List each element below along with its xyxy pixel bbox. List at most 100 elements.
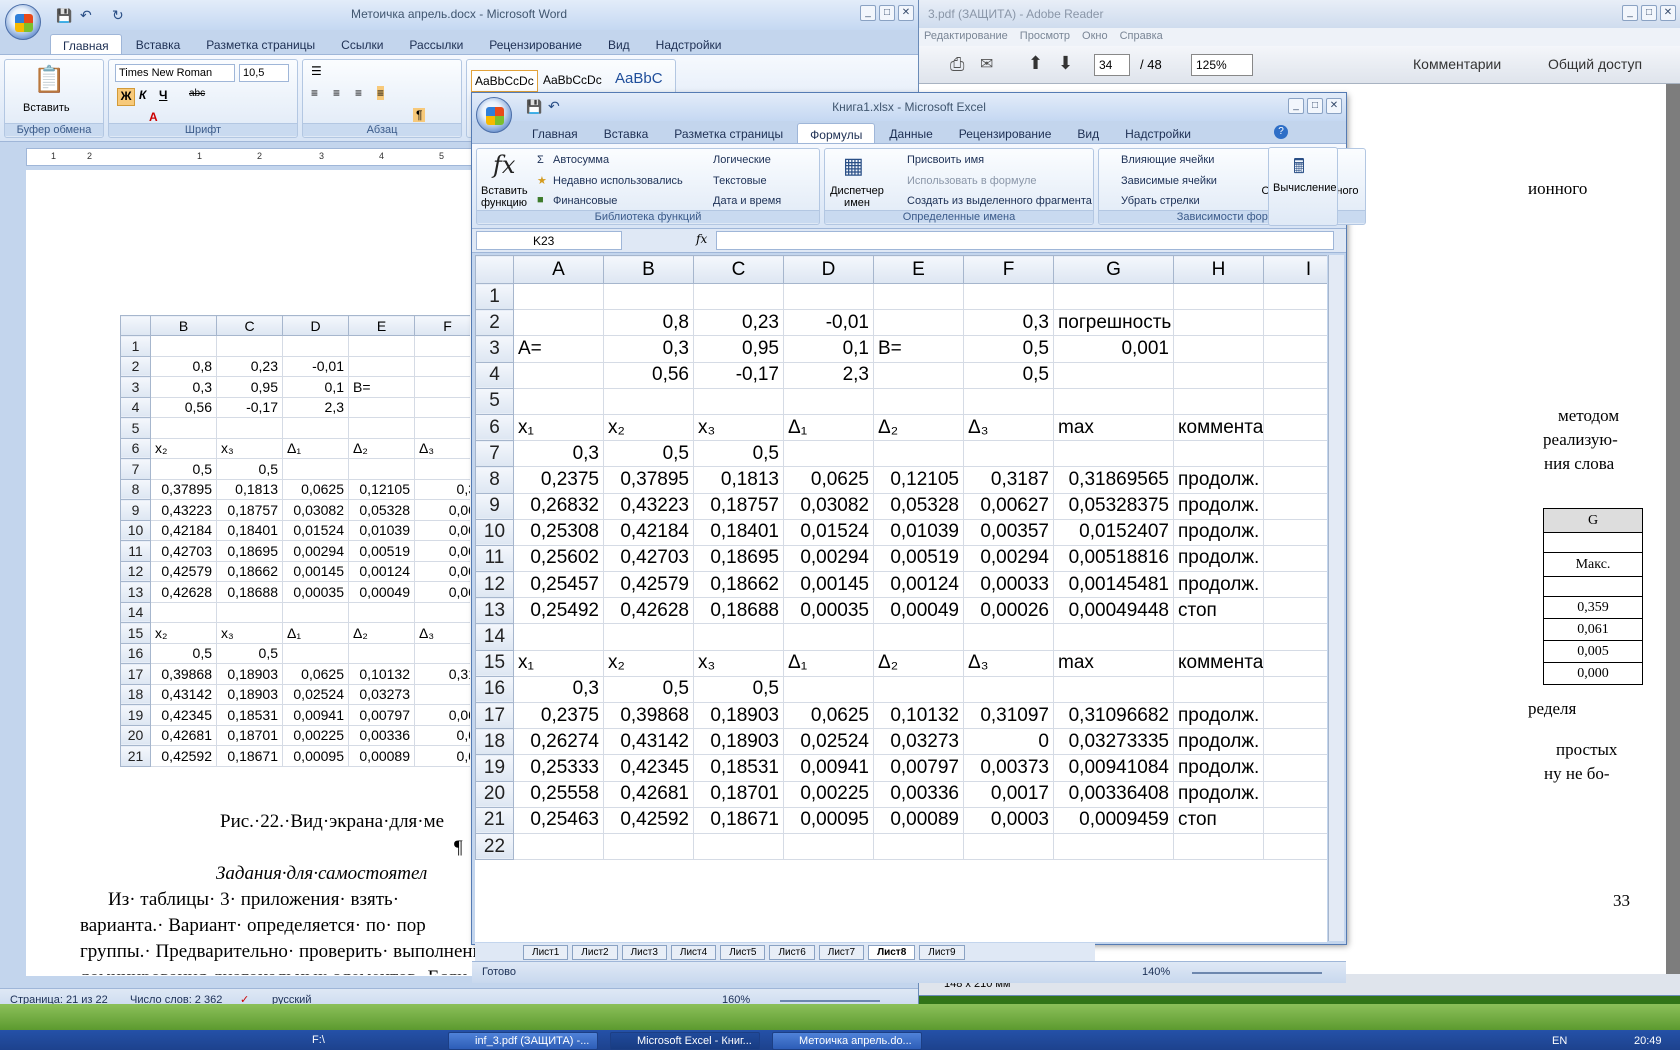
cell[interactable] (1263, 335, 1327, 363)
cell[interactable]: 0,01039 (873, 518, 964, 546)
cell[interactable]: 0,05328 (873, 492, 964, 520)
cell[interactable]: 0,00627 (963, 492, 1054, 520)
cell[interactable] (873, 832, 964, 861)
cell[interactable]: 0,5 (693, 675, 784, 704)
cell[interactable]: 0,0625 (783, 701, 874, 730)
paste-label[interactable]: Вставить (23, 102, 70, 114)
office-button[interactable] (5, 4, 41, 40)
cell[interactable]: 0,18757 (693, 492, 784, 520)
cell[interactable] (693, 282, 784, 311)
cell[interactable]: x₃ (693, 649, 784, 677)
cell[interactable] (603, 387, 694, 415)
cell[interactable]: x₁ (513, 413, 604, 442)
paste-icon[interactable]: 📋 (33, 64, 65, 95)
cell[interactable] (1263, 701, 1327, 730)
cell[interactable]: 0,00519 (873, 544, 964, 573)
row-header[interactable]: 14 (475, 623, 514, 651)
cell[interactable]: 0,1 (783, 335, 874, 363)
cell[interactable]: 0,00225 (783, 780, 874, 808)
cell[interactable]: 0,31096682 (1053, 701, 1174, 730)
cell[interactable]: 0,3187 (963, 466, 1054, 494)
autosum-button[interactable]: Автосумма (553, 154, 609, 166)
prev-page-icon[interactable]: ⬆ (1028, 53, 1043, 74)
maximize-icon[interactable]: □ (879, 5, 895, 21)
menu-window[interactable]: Окно (1082, 30, 1108, 46)
menu-help[interactable]: Справка (1120, 30, 1163, 46)
zoom-slider[interactable] (780, 1000, 880, 1002)
cell[interactable] (1173, 387, 1264, 415)
sheet-tab[interactable]: Лист8 (868, 944, 916, 960)
font-color-button[interactable]: A (149, 110, 158, 124)
cell[interactable]: 0,00145 (783, 571, 874, 599)
taskbar-explorer[interactable]: F:\ (286, 1032, 426, 1050)
office-button[interactable] (476, 97, 512, 133)
logical-button[interactable]: Логические (713, 154, 771, 166)
align-left-icon[interactable]: ≡ (311, 86, 318, 100)
font-name-select[interactable]: Times New Roman (115, 64, 235, 82)
cell[interactable] (1173, 282, 1264, 311)
cell[interactable] (513, 387, 604, 415)
quick-save-icon[interactable]: 💾 (56, 8, 72, 24)
cell[interactable]: 0,42579 (603, 571, 694, 599)
cell[interactable]: комментарии (1173, 413, 1264, 442)
cell[interactable]: 0,25558 (513, 780, 604, 808)
cell[interactable]: 0,18662 (693, 571, 784, 599)
cell[interactable]: 0,00294 (963, 544, 1054, 573)
redo-icon[interactable]: ↻ (112, 7, 124, 24)
cell[interactable]: 0,25463 (513, 806, 604, 834)
cell[interactable]: x₂ (603, 413, 694, 442)
cell[interactable]: продолж. (1173, 754, 1264, 782)
zoom-select[interactable]: 125% (1191, 54, 1253, 76)
use-in-formula-button[interactable]: Использовать в формуле (907, 175, 1037, 187)
calculator-icon[interactable]: 🖩 (1293, 152, 1305, 186)
cell[interactable]: 0,5 (603, 675, 694, 704)
excel-sheet-table[interactable]: ABCDEFGHIJK120,80,23-0,010,3погрешность3… (475, 255, 1327, 861)
column-header[interactable]: B (603, 255, 694, 284)
column-header[interactable]: F (963, 255, 1054, 284)
cell[interactable]: max (1053, 413, 1174, 442)
cell[interactable] (873, 675, 964, 704)
cell[interactable] (1263, 649, 1327, 677)
cell[interactable] (1263, 832, 1327, 861)
cell[interactable]: 0,56 (603, 361, 694, 389)
tray-clock[interactable]: 20:49 (1634, 1035, 1662, 1047)
cell[interactable]: Δ₃ (963, 649, 1054, 677)
sheet-tab[interactable]: Лист6 (769, 944, 815, 960)
cell[interactable]: 0,42681 (603, 780, 694, 808)
cell[interactable]: 0,42628 (603, 597, 694, 625)
cell[interactable]: A= (513, 335, 604, 363)
cell[interactable]: продолж. (1173, 701, 1264, 730)
cell[interactable] (1263, 571, 1327, 599)
cell[interactable]: 0,18671 (693, 806, 784, 834)
cell[interactable]: 2,3 (783, 361, 874, 389)
cell[interactable] (1053, 675, 1174, 704)
cell[interactable]: 0,1813 (693, 466, 784, 494)
excel-zoom-level[interactable]: 140% (1142, 966, 1170, 978)
cell[interactable]: 0 (963, 728, 1054, 756)
minimize-icon[interactable]: _ (1288, 98, 1304, 114)
remove-arrows-button[interactable]: Убрать стрелки (1121, 195, 1200, 207)
style-no-spacing[interactable]: AaBbCcDc (543, 73, 602, 87)
row-header[interactable]: 16 (475, 675, 514, 704)
bold-button[interactable]: Ж (117, 88, 135, 106)
excel-grid[interactable]: ABCDEFGHIJK120,80,23-0,010,3погрешность3… (475, 255, 1327, 942)
cell[interactable]: 0,39868 (603, 701, 694, 730)
cell[interactable]: продолж. (1173, 571, 1264, 599)
formula-input[interactable] (716, 231, 1334, 250)
sheet-tab[interactable]: Лист5 (720, 944, 766, 960)
share-button[interactable]: Общий доступ (1548, 56, 1642, 72)
cell[interactable] (963, 675, 1054, 704)
cell[interactable]: 0,03273 (873, 728, 964, 756)
sheet-tab[interactable]: Лист4 (670, 944, 717, 960)
cell[interactable] (783, 675, 874, 704)
name-manager-icon[interactable]: ▦ (843, 153, 864, 179)
row-header[interactable]: 15 (475, 649, 514, 677)
cell[interactable]: продолж. (1173, 492, 1264, 520)
cell[interactable]: 0,05328375 (1053, 492, 1174, 520)
cell[interactable]: 0,25308 (513, 518, 604, 546)
cell[interactable]: 0,00357 (963, 518, 1054, 546)
row-header[interactable]: 10 (475, 518, 514, 546)
cell[interactable] (963, 623, 1054, 651)
cell[interactable] (873, 361, 964, 389)
column-header[interactable]: C (693, 255, 784, 284)
